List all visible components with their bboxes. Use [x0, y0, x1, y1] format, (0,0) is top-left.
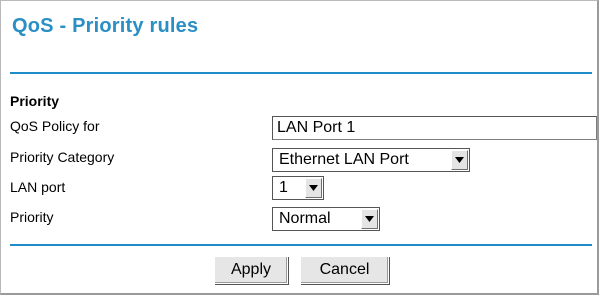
category-select[interactable]: Ethernet LAN Port: [272, 148, 470, 172]
content-area: QoS - Priority rules Priority QoS Policy…: [8, 6, 597, 291]
cancel-button[interactable]: Cancel: [300, 256, 389, 284]
page-title: QoS - Priority rules: [12, 15, 199, 37]
chevron-down-icon[interactable]: [361, 209, 378, 229]
section-heading: Priority: [10, 93, 60, 109]
lanport-select-value: 1: [279, 179, 288, 196]
category-label: Priority Category: [10, 149, 115, 165]
priority-select[interactable]: Normal: [272, 207, 380, 231]
title-divider: [10, 72, 592, 74]
category-select-value: Ethernet LAN Port: [279, 151, 409, 168]
policy-input[interactable]: [272, 116, 597, 140]
apply-button[interactable]: Apply: [214, 256, 288, 284]
lanport-label: LAN port: [10, 179, 66, 195]
priority-label: Priority: [10, 209, 54, 225]
chevron-down-icon[interactable]: [305, 178, 322, 198]
footer-divider: [10, 244, 592, 246]
lanport-select[interactable]: 1: [272, 176, 324, 200]
policy-label: QoS Policy for: [10, 118, 100, 134]
priority-select-value: Normal: [279, 210, 331, 227]
chevron-down-icon[interactable]: [451, 150, 468, 170]
